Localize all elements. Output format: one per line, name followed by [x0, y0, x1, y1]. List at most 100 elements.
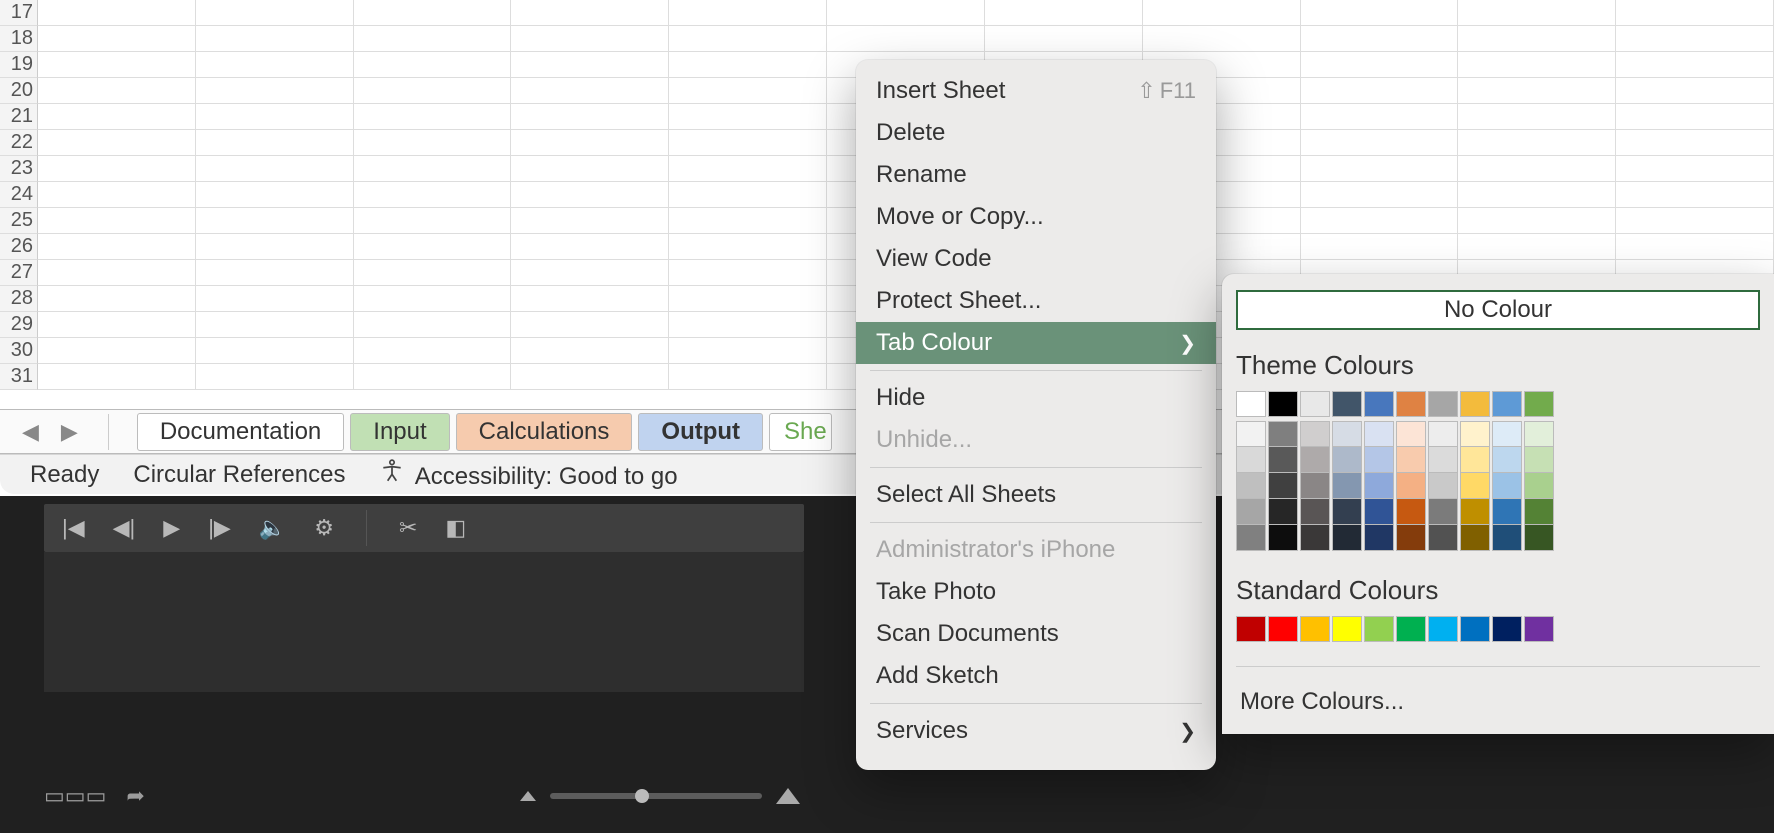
row-header[interactable]: 28	[0, 286, 38, 312]
colour-swatch[interactable]	[1460, 499, 1490, 525]
colour-swatch[interactable]	[1428, 616, 1458, 642]
cell[interactable]	[1143, 26, 1301, 52]
menu-take-photo[interactable]: Take Photo	[856, 571, 1216, 613]
cell[interactable]	[669, 0, 827, 26]
colour-swatch[interactable]	[1332, 447, 1362, 473]
tab-partial-sheet[interactable]: She	[769, 413, 832, 451]
cell[interactable]	[669, 52, 827, 78]
cell[interactable]	[511, 156, 669, 182]
cell[interactable]	[196, 260, 354, 286]
cell[interactable]	[511, 286, 669, 312]
colour-swatch[interactable]	[1396, 499, 1426, 525]
colour-swatch[interactable]	[1460, 525, 1490, 551]
colour-swatch[interactable]	[1268, 473, 1298, 499]
cell[interactable]	[1458, 104, 1616, 130]
colour-swatch[interactable]	[1268, 421, 1298, 447]
cell[interactable]	[669, 208, 827, 234]
cell[interactable]	[511, 234, 669, 260]
colour-swatch[interactable]	[1524, 391, 1554, 417]
colour-swatch[interactable]	[1364, 421, 1394, 447]
step-forward-icon[interactable]: |▶	[208, 515, 231, 541]
cell[interactable]	[354, 156, 512, 182]
menu-protect-sheet[interactable]: Protect Sheet...	[856, 280, 1216, 322]
cell[interactable]	[38, 26, 196, 52]
colour-swatch[interactable]	[1236, 616, 1266, 642]
colour-swatch[interactable]	[1364, 525, 1394, 551]
cell[interactable]	[1616, 26, 1774, 52]
cell[interactable]	[1301, 26, 1459, 52]
cell[interactable]	[669, 130, 827, 156]
colour-swatch[interactable]	[1332, 525, 1362, 551]
colour-swatch[interactable]	[1460, 421, 1490, 447]
cell[interactable]	[196, 338, 354, 364]
cell[interactable]	[1616, 0, 1774, 26]
cell[interactable]	[38, 364, 196, 390]
colour-swatch[interactable]	[1300, 499, 1330, 525]
cell[interactable]	[196, 286, 354, 312]
colour-swatch[interactable]	[1460, 391, 1490, 417]
colour-swatch[interactable]	[1524, 447, 1554, 473]
cell[interactable]	[1458, 130, 1616, 156]
colour-swatch[interactable]	[1492, 447, 1522, 473]
row-header[interactable]: 25	[0, 208, 38, 234]
step-back-icon[interactable]: ◀|	[113, 515, 136, 541]
menu-services[interactable]: Services ❯	[856, 710, 1216, 752]
grid-view-icon[interactable]: ▭▭▭	[44, 783, 106, 809]
row-header[interactable]: 27	[0, 260, 38, 286]
colour-swatch[interactable]	[1428, 499, 1458, 525]
cell[interactable]	[196, 104, 354, 130]
cell[interactable]	[1458, 182, 1616, 208]
cell[interactable]	[669, 104, 827, 130]
colour-swatch[interactable]	[1332, 616, 1362, 642]
cell[interactable]	[669, 182, 827, 208]
cell[interactable]	[1458, 78, 1616, 104]
cell[interactable]	[354, 338, 512, 364]
colour-swatch[interactable]	[1236, 421, 1266, 447]
cell[interactable]	[196, 312, 354, 338]
menu-add-sketch[interactable]: Add Sketch	[856, 655, 1216, 697]
cell[interactable]	[196, 364, 354, 390]
cell[interactable]	[669, 260, 827, 286]
colour-swatch[interactable]	[1428, 525, 1458, 551]
row-header[interactable]: 31	[0, 364, 38, 390]
cell[interactable]	[511, 364, 669, 390]
cell[interactable]	[1616, 156, 1774, 182]
cell[interactable]	[511, 130, 669, 156]
menu-move-copy[interactable]: Move or Copy...	[856, 196, 1216, 238]
menu-scan-documents[interactable]: Scan Documents	[856, 613, 1216, 655]
tab-prev-icon[interactable]: ◀	[22, 419, 39, 445]
cell[interactable]	[38, 312, 196, 338]
cell[interactable]	[38, 130, 196, 156]
gear-icon[interactable]: ⚙	[314, 515, 334, 541]
menu-tab-colour[interactable]: Tab Colour ❯	[856, 322, 1216, 364]
cell[interactable]	[1301, 104, 1459, 130]
tab-documentation[interactable]: Documentation	[137, 413, 344, 451]
colour-swatch[interactable]	[1300, 421, 1330, 447]
menu-view-code[interactable]: View Code	[856, 238, 1216, 280]
colour-swatch[interactable]	[1428, 391, 1458, 417]
colour-swatch[interactable]	[1524, 421, 1554, 447]
row-header[interactable]: 24	[0, 182, 38, 208]
cell[interactable]	[511, 208, 669, 234]
colour-swatch[interactable]	[1332, 499, 1362, 525]
colour-swatch[interactable]	[1428, 473, 1458, 499]
cell[interactable]	[1301, 156, 1459, 182]
row-header[interactable]: 18	[0, 26, 38, 52]
row-header[interactable]: 26	[0, 234, 38, 260]
colour-swatch[interactable]	[1396, 616, 1426, 642]
colour-swatch[interactable]	[1492, 499, 1522, 525]
colour-swatch[interactable]	[1428, 421, 1458, 447]
colour-swatch[interactable]	[1524, 525, 1554, 551]
tab-output[interactable]: Output	[638, 413, 763, 451]
cell[interactable]	[38, 52, 196, 78]
cell[interactable]	[1616, 78, 1774, 104]
colour-swatch[interactable]	[1236, 447, 1266, 473]
cell[interactable]	[1616, 130, 1774, 156]
cell[interactable]	[511, 52, 669, 78]
cell[interactable]	[354, 364, 512, 390]
cell[interactable]	[354, 26, 512, 52]
mute-icon[interactable]: 🔈	[259, 515, 286, 541]
skip-back-icon[interactable]: |◀	[62, 515, 85, 541]
row-header[interactable]: 21	[0, 104, 38, 130]
colour-swatch[interactable]	[1332, 473, 1362, 499]
